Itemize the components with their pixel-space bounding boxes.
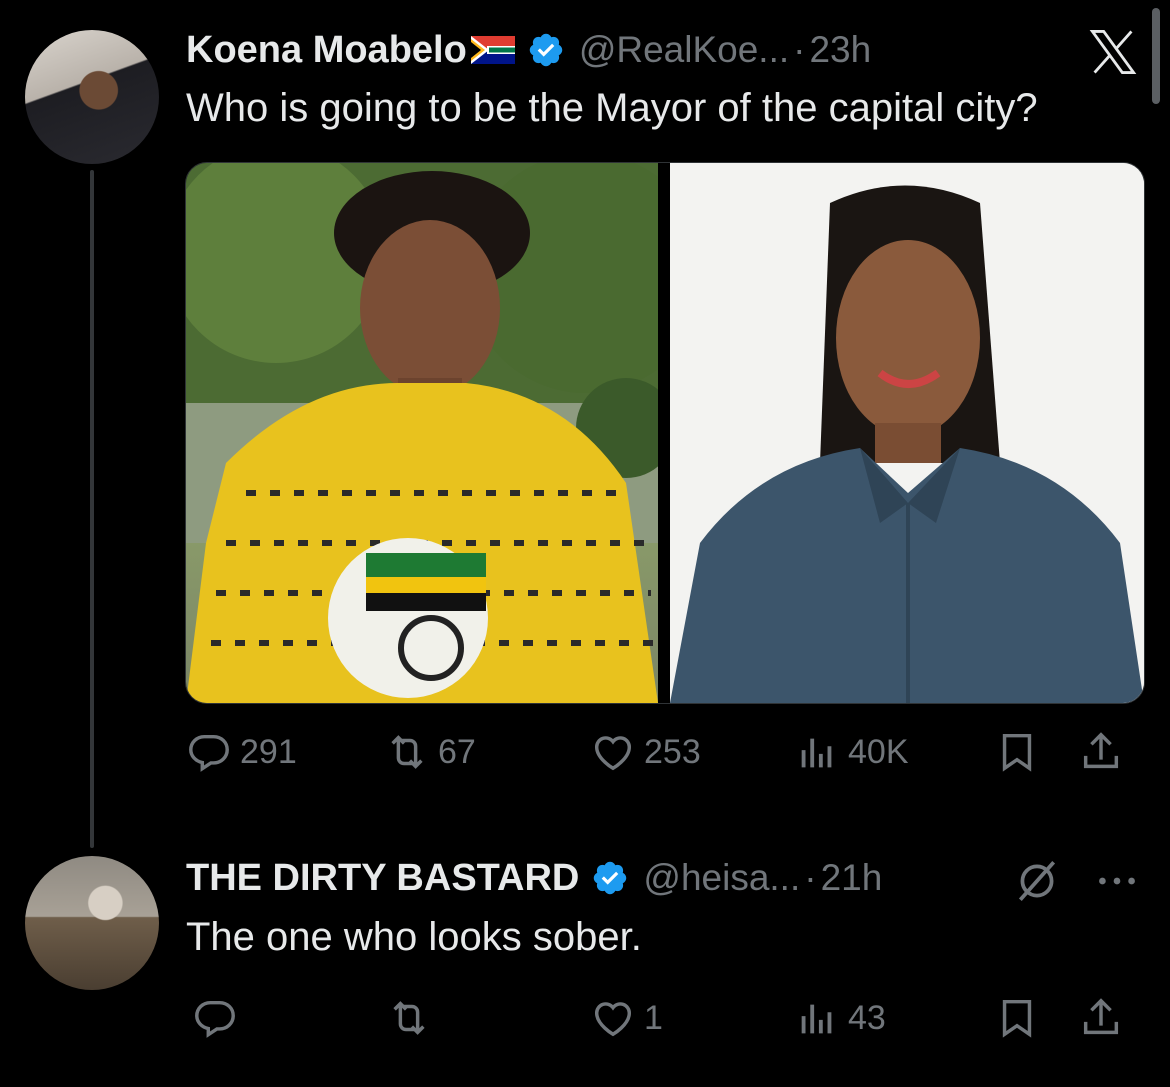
- views-button[interactable]: 40K: [794, 724, 909, 780]
- reply-actions: 1 43: [186, 990, 1142, 1046]
- repost-button[interactable]: 67: [384, 724, 476, 780]
- heart-icon: [594, 736, 632, 771]
- verified-badge-icon: [529, 33, 563, 67]
- reply-button[interactable]: [192, 990, 246, 1046]
- bookmark-button[interactable]: [994, 724, 1040, 780]
- bookmark-icon: [1002, 999, 1032, 1038]
- author-avatar[interactable]: [25, 30, 159, 164]
- author-handle[interactable]: @RealKoe...: [579, 29, 789, 71]
- views-icon: [801, 1004, 832, 1034]
- separator-dot: ·: [793, 29, 806, 70]
- x-logo-icon[interactable]: [1085, 26, 1141, 78]
- reply-author-avatar[interactable]: [25, 856, 159, 990]
- tweet-header: Koena Moabelo @RealKoe... · 23h: [186, 22, 871, 78]
- tweet-text: Who is going to be the Mayor of the capi…: [186, 86, 1038, 130]
- reply-author-name[interactable]: THE DIRTY BASTARD: [186, 857, 579, 900]
- repost-icon: [393, 1001, 425, 1035]
- reply-text: The one who looks sober.: [186, 915, 642, 959]
- photo-illustration: [670, 163, 1144, 703]
- repost-icon: [391, 735, 423, 769]
- views-icon: [801, 738, 832, 768]
- repost-count: 67: [438, 732, 476, 771]
- south-africa-flag-icon: [470, 36, 515, 64]
- reply-author-handle[interactable]: @heisa...: [643, 857, 800, 899]
- tweet-media[interactable]: [185, 162, 1145, 704]
- like-button[interactable]: 1: [590, 990, 663, 1046]
- bookmark-icon: [1002, 733, 1032, 772]
- reply-icon: [189, 734, 229, 772]
- like-count: 253: [644, 732, 701, 771]
- views-button[interactable]: 43: [794, 990, 886, 1046]
- grok-icon[interactable]: [1012, 856, 1062, 906]
- share-icon: [1083, 998, 1119, 1035]
- tweet-actions: 291 67 253 40K: [186, 724, 1142, 780]
- share-button[interactable]: [1078, 724, 1124, 780]
- photo-woman-blue-shirt[interactable]: [670, 163, 1144, 703]
- separator-dot: ·: [804, 857, 817, 898]
- reply-header: THE DIRTY BASTARD @heisa... · 21h: [186, 850, 882, 906]
- photo-illustration: [186, 163, 706, 703]
- photo-woman-yellow-jacket[interactable]: [186, 163, 706, 703]
- reply-icon: [195, 1000, 235, 1038]
- reply-time[interactable]: 21h: [821, 857, 883, 899]
- scrollbar[interactable]: [1152, 8, 1160, 104]
- share-icon: [1083, 732, 1119, 769]
- like-count: 1: [644, 998, 663, 1037]
- reply-count: 291: [240, 732, 297, 771]
- more-options-icon[interactable]: [1092, 856, 1142, 906]
- repost-button[interactable]: [386, 990, 440, 1046]
- heart-icon: [594, 1002, 632, 1037]
- author-name[interactable]: Koena Moabelo: [186, 29, 467, 72]
- media-gap: [658, 163, 670, 703]
- share-button[interactable]: [1078, 990, 1124, 1046]
- verified-badge-icon: [594, 861, 627, 895]
- thread-line: [90, 170, 94, 848]
- bookmark-button[interactable]: [994, 990, 1040, 1046]
- reply-button[interactable]: 291: [186, 724, 297, 780]
- views-count: 40K: [848, 732, 909, 771]
- like-button[interactable]: 253: [590, 724, 701, 780]
- tweet-time[interactable]: 23h: [809, 29, 871, 71]
- views-count: 43: [848, 998, 886, 1037]
